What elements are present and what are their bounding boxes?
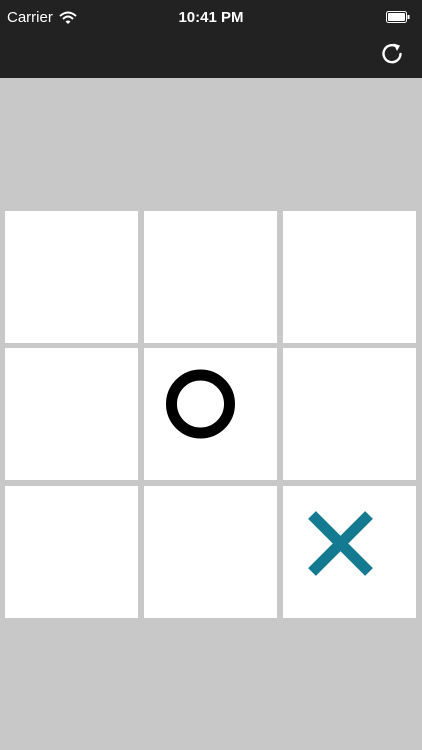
board-cell-3[interactable] <box>283 211 416 343</box>
board-cell-8[interactable] <box>144 486 277 618</box>
game-board <box>5 211 417 618</box>
board-cell-6[interactable] <box>283 348 416 480</box>
board-cell-1[interactable] <box>5 211 138 343</box>
board-cell-2[interactable] <box>144 211 277 343</box>
o-mark <box>166 369 235 439</box>
board-cell-5[interactable] <box>144 348 277 480</box>
board-cell-9[interactable] <box>283 486 416 618</box>
board-cell-7[interactable] <box>5 486 138 618</box>
reload-icon[interactable] <box>378 40 406 68</box>
battery-icon <box>386 10 410 23</box>
top-bar: Carrier 10:41 PM <box>0 0 422 78</box>
x-mark <box>308 511 373 576</box>
status-bar: Carrier 10:41 PM <box>0 0 422 36</box>
board-cell-4[interactable] <box>5 348 138 480</box>
status-time: 10:41 PM <box>178 9 244 26</box>
